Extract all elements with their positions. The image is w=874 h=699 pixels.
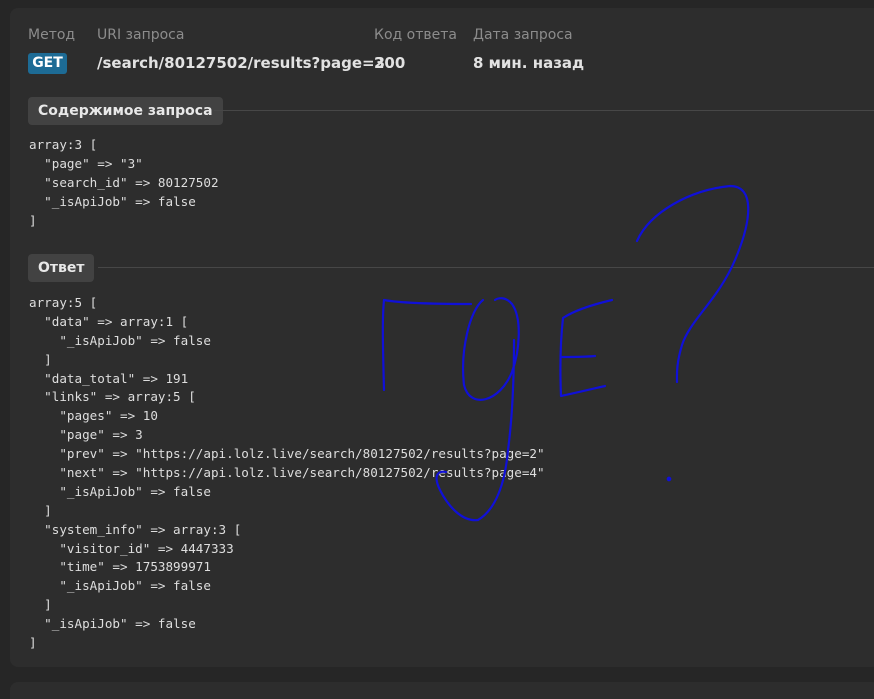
request-body-dump: array:3 [ "page" => "3" "search_id" => 8… <box>29 136 219 230</box>
code-line: ] <box>29 212 37 228</box>
code-line: "_isApiJob" => false <box>29 332 211 348</box>
code-line: "prev" => "https://api.lolz.live/search/… <box>29 446 545 462</box>
code-line: "visitor_id" => 4447333 <box>29 540 234 556</box>
code-line: "_isApiJob" => false <box>29 483 211 499</box>
status-code: 200 <box>374 54 406 72</box>
code-line: "data_total" => 191 <box>29 370 189 386</box>
code-line: ] <box>29 597 52 613</box>
code-line: "system_info" => array:3 [ <box>29 521 242 537</box>
response-heading: Ответ <box>28 254 95 282</box>
code-line: ] <box>29 635 37 651</box>
code-line: "_isApiJob" => false <box>29 193 196 209</box>
next-panel <box>10 682 874 699</box>
status-label: Код ответа <box>374 27 457 43</box>
uri-label: URI запроса <box>97 27 185 43</box>
response-dump: array:5 [ "data" => array:1 [ "_isApiJob… <box>29 294 545 653</box>
code-line: "page" => "3" <box>29 155 143 171</box>
code-line: array:3 [ <box>29 137 98 152</box>
code-line: "page" => 3 <box>29 427 143 443</box>
code-line: "next" => "https://api.lolz.live/search/… <box>29 465 545 481</box>
code-line: array:5 [ <box>29 295 98 310</box>
section-divider <box>98 267 874 268</box>
code-line: "data" => array:1 [ <box>29 313 189 329</box>
code-line: "_isApiJob" => false <box>29 616 196 632</box>
code-line: ] <box>29 502 52 518</box>
request-body-heading: Содержимое запроса <box>28 97 223 125</box>
code-line: "search_id" => 80127502 <box>29 174 219 190</box>
method-label: Метод <box>28 27 76 43</box>
section-divider <box>214 110 874 111</box>
date-label: Дата запроса <box>473 27 573 43</box>
request-date: 8 мин. назад <box>473 54 585 72</box>
request-uri: /search/80127502/results?page=3 <box>97 54 386 72</box>
code-line: "time" => 1753899971 <box>29 559 211 575</box>
code-line: "pages" => 10 <box>29 408 158 424</box>
method-badge: GET <box>28 53 67 74</box>
code-line: "_isApiJob" => false <box>29 578 211 594</box>
code-line: "links" => array:5 [ <box>29 389 196 405</box>
code-line: ] <box>29 351 52 367</box>
